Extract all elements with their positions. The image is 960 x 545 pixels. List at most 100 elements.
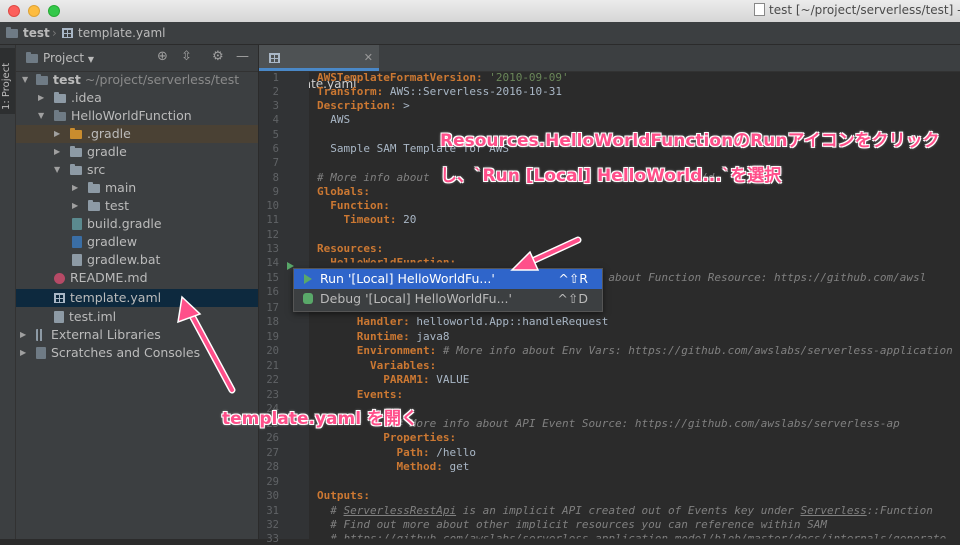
breadcrumb-project[interactable]: test <box>6 26 50 40</box>
code-line-23[interactable]: Events: <box>317 388 403 401</box>
line-number: 28 <box>266 461 279 473</box>
code-line-4[interactable]: AWS <box>317 113 350 126</box>
tree-item-main[interactable]: ▶ main <box>16 179 258 197</box>
maximize-window-button[interactable] <box>48 5 60 17</box>
menu-item-label: Run '[Local] HelloWorldFu...' <box>320 271 495 286</box>
hide-panel-icon[interactable]: — <box>236 49 249 64</box>
code-line-2[interactable]: Transform: AWS::Serverless-2016-10-31 <box>317 85 562 98</box>
code-line-30[interactable]: Outputs: <box>317 489 370 502</box>
code-line-26[interactable]: Properties: <box>317 431 456 444</box>
run-local-helloworld-item[interactable]: Run '[Local] HelloWorldFu...' ^⇧R <box>294 269 602 289</box>
code-line-27[interactable]: Path: /hello <box>317 446 475 459</box>
chevron-right-icon[interactable]: ▶ <box>54 125 60 143</box>
chevron-down-icon[interactable]: ▼ <box>38 107 44 125</box>
tree-item-label: .gradle <box>87 126 131 141</box>
code-line-3[interactable]: Description: > <box>317 99 410 112</box>
tree-item-test-iml[interactable]: test.iml <box>16 308 258 326</box>
code-line-31[interactable]: # ServerlessRestApi is an implicit API c… <box>317 504 933 517</box>
code-token: Method: <box>317 460 443 473</box>
yaml-file-icon <box>62 28 73 38</box>
close-window-button[interactable] <box>8 5 20 17</box>
tree-item-readme[interactable]: README.md <box>16 269 258 287</box>
yaml-file-icon <box>269 53 280 63</box>
folder-icon <box>70 164 82 175</box>
line-number: 33 <box>266 533 279 545</box>
tree-item-template-yaml[interactable]: template.yaml <box>16 289 258 307</box>
code-line-32[interactable]: # Find out more about other implicit res… <box>317 518 827 531</box>
line-number: 15 <box>266 272 279 284</box>
tree-item-label: gradle <box>87 144 127 159</box>
folder-icon <box>26 52 38 63</box>
chevron-down-icon: ▼ <box>87 55 95 64</box>
project-panel: Project ▼ ⊕ ⇳ ⚙ — ▼ test ~/project/serve… <box>16 45 259 539</box>
document-icon <box>754 3 765 16</box>
chevron-right-icon[interactable]: ▶ <box>20 344 26 362</box>
tree-item-gradle-dir[interactable]: ▶ .gradle <box>16 125 258 143</box>
code-token: helloworld.App::handleRequest <box>409 315 609 328</box>
code-line-20[interactable]: Environment: # More info about Env Vars:… <box>317 344 953 357</box>
folder-icon <box>6 27 18 38</box>
debug-local-helloworld-item[interactable]: Debug '[Local] HelloWorldFu...' ^⇧D <box>294 289 602 309</box>
line-number: 1 <box>272 72 279 84</box>
tree-item-src[interactable]: ▼ src <box>16 161 258 179</box>
close-icon[interactable]: ✕ <box>364 45 373 71</box>
code-token: Transform: <box>317 85 384 98</box>
code-line-11[interactable]: Timeout: 20 <box>317 213 416 226</box>
run-context-menu: Run '[Local] HelloWorldFu...' ^⇧R Debug … <box>293 268 603 312</box>
code-line-10[interactable]: Function: <box>317 199 390 212</box>
gear-icon[interactable]: ⚙ <box>212 49 224 64</box>
line-number: 5 <box>272 129 279 141</box>
project-view-selector[interactable]: Project ▼ <box>26 51 94 65</box>
line-number: 18 <box>266 316 279 328</box>
line-number: 30 <box>266 490 279 502</box>
tree-item-test[interactable]: ▼ test ~/project/serverless/test <box>16 71 258 89</box>
tab-template-yaml[interactable]: template.yaml ✕ <box>259 45 379 91</box>
library-icon <box>36 329 46 341</box>
folder-icon <box>88 182 100 193</box>
code-token: VALUE <box>429 373 470 386</box>
line-number: 31 <box>266 505 279 517</box>
code-line-19[interactable]: Runtime: java8 <box>317 330 450 343</box>
tree-item-label: main <box>105 180 137 195</box>
breadcrumb-file-label: template.yaml <box>78 26 166 40</box>
collapse-all-icon[interactable]: ⇳ <box>181 49 192 64</box>
code-line-18[interactable]: Handler: helloworld.App::handleRequest <box>317 315 609 328</box>
line-number: 19 <box>266 331 279 343</box>
code-line-21[interactable]: Variables: <box>317 359 436 372</box>
tree-item-gradlew-bat[interactable]: gradlew.bat <box>16 251 258 269</box>
code-line-22[interactable]: PARAM1: VALUE <box>317 373 469 386</box>
code-line-1[interactable]: AWSTemplateFormatVersion: '2010-09-09' <box>317 71 569 84</box>
line-number: 2 <box>272 86 279 98</box>
code-line-13[interactable]: Resources: <box>317 242 383 255</box>
tree-item-gradle[interactable]: ▶ gradle <box>16 143 258 161</box>
code-token: get <box>442 460 470 473</box>
chevron-right-icon[interactable]: ▶ <box>20 326 26 344</box>
code-line-28[interactable]: Method: get <box>317 460 469 473</box>
menu-item-shortcut: ^⇧R <box>558 271 588 286</box>
code-token: Runtime: <box>317 330 410 343</box>
tree-item-helloworldfunction[interactable]: ▼ HelloWorldFunction <box>16 107 258 125</box>
project-tool-tab[interactable]: 1: Project <box>0 48 15 114</box>
tree-item-gradlew[interactable]: gradlew <box>16 233 258 251</box>
chevron-down-icon[interactable]: ▼ <box>22 71 28 89</box>
yaml-file-icon <box>54 293 65 303</box>
code-line-9[interactable]: Globals: <box>317 185 370 198</box>
breadcrumb-file[interactable]: template.yaml <box>62 26 165 40</box>
tree-item-test-src[interactable]: ▶ test <box>16 197 258 215</box>
tree-item-idea[interactable]: ▶ .idea <box>16 89 258 107</box>
chevron-right-icon[interactable]: ▶ <box>72 197 78 215</box>
chevron-right-icon[interactable]: ▶ <box>38 89 44 107</box>
annotation-top: Resources.HelloWorldFunctionのRunアイコンをクリッ… <box>440 131 940 186</box>
chevron-right-icon[interactable]: ▶ <box>72 179 78 197</box>
tree-item-build-gradle[interactable]: build.gradle <box>16 215 258 233</box>
tree-item-external-libraries[interactable]: ▶ External Libraries <box>16 326 258 344</box>
line-number: 7 <box>272 157 279 169</box>
line-number: 4 <box>272 114 279 126</box>
folder-icon <box>36 74 48 85</box>
line-number: 12 <box>266 229 279 241</box>
chevron-right-icon[interactable]: ▶ <box>54 143 60 161</box>
locate-file-icon[interactable]: ⊕ <box>157 49 168 64</box>
tree-item-scratches[interactable]: ▶ Scratches and Consoles <box>16 344 258 362</box>
minimize-window-button[interactable] <box>28 5 40 17</box>
chevron-down-icon[interactable]: ▼ <box>54 161 60 179</box>
